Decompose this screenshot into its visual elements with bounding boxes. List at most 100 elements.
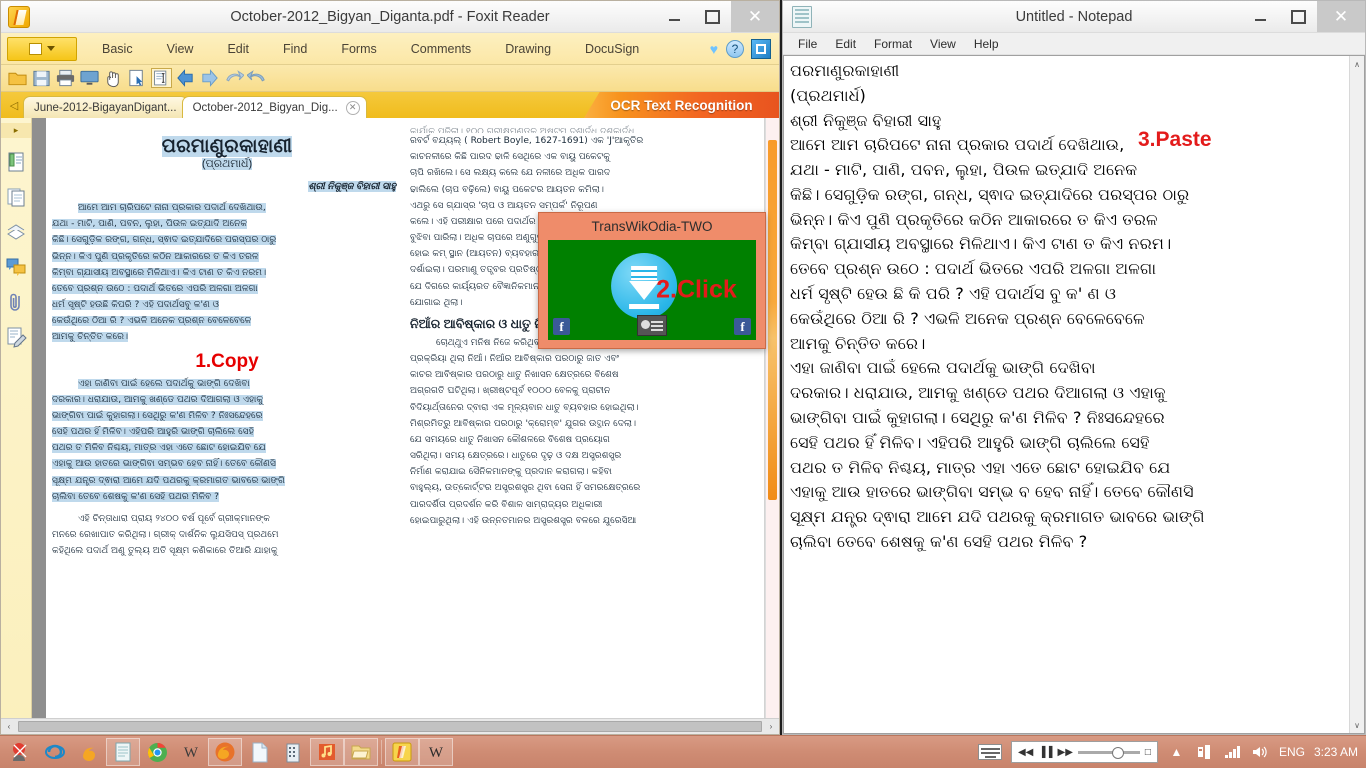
media-pause-icon[interactable]: ▐▐ xyxy=(1038,747,1052,758)
comments-icon[interactable] xyxy=(5,256,27,278)
media-volume-slider[interactable] xyxy=(1077,746,1140,759)
dialog-green-panel[interactable]: 2.Click f f xyxy=(548,240,756,340)
paste-step-annotation: 3.Paste xyxy=(1138,128,1212,151)
bookmarks-icon[interactable] xyxy=(5,151,27,173)
signal-bars-icon[interactable] xyxy=(1223,744,1242,761)
media-previous-icon[interactable]: ◀◀ xyxy=(1018,747,1033,758)
tab-june-2012[interactable]: June-2012-BigayanDigant... xyxy=(23,96,188,118)
windows-taskbar: W W ◀◀ ▐▐ ▶▶ □ ▲ ENG 3:23 AM xyxy=(0,735,1366,768)
notepad-menu-format[interactable]: Format xyxy=(865,37,921,51)
notepad-line: ଏହା ଜାଣିବା ପାଇଁ ହେଲେ ପଦାର୍ଥକୁ ଭାଙ୍ଗି ଦେଖ… xyxy=(790,358,1096,378)
foxit-maximize-button[interactable] xyxy=(693,1,731,32)
scroll-up-icon[interactable]: ∧ xyxy=(1350,56,1364,72)
menu-docusign[interactable]: DocuSign xyxy=(568,42,656,56)
menu-view[interactable]: View xyxy=(150,42,211,56)
taskbar-wikipedia-icon[interactable]: W xyxy=(174,738,208,766)
ocr-text-recognition-button[interactable]: OCR Text Recognition xyxy=(584,92,779,118)
save-icon[interactable] xyxy=(31,68,52,88)
scroll-right-icon[interactable]: › xyxy=(763,722,779,731)
undo-icon[interactable] xyxy=(223,68,244,88)
taskbar-building-icon[interactable] xyxy=(276,738,310,766)
system-tray: ◀◀ ▐▐ ▶▶ □ ▲ ENG 3:23 AM xyxy=(977,741,1366,763)
language-indicator[interactable]: ENG xyxy=(1279,745,1305,759)
menu-edit[interactable]: Edit xyxy=(210,42,266,56)
foxit-reader-window: October-2012_Bigyan_Diganta.pdf - Foxit … xyxy=(0,0,780,735)
taskbar-separator xyxy=(381,740,382,764)
heart-icon[interactable]: ♥ xyxy=(702,41,726,57)
media-expand-icon[interactable]: □ xyxy=(1145,747,1151,758)
tray-expand-chevron-icon[interactable]: ▲ xyxy=(1167,744,1186,761)
hand-tool-icon[interactable] xyxy=(103,68,124,88)
notepad-line: ଯଥା - ମାଟି, ପାଣି, ପବନ, ଲୁହା, ପିଉଳ ଇତ୍ଯାଦ… xyxy=(790,160,1138,180)
expand-panel-arrow-icon[interactable]: ▸ xyxy=(1,123,31,138)
redo-icon[interactable] xyxy=(247,68,268,88)
media-control-panel[interactable]: ◀◀ ▐▐ ▶▶ □ xyxy=(1010,741,1158,763)
taskbar-internet-explorer-icon[interactable] xyxy=(38,738,72,766)
facebook-icon-left[interactable]: f xyxy=(553,318,570,335)
open-folder-icon[interactable] xyxy=(7,68,28,88)
scroll-down-icon[interactable]: ∨ xyxy=(1350,717,1364,733)
notepad-menu-help[interactable]: Help xyxy=(965,37,1008,51)
tab-scroll-left-icon[interactable]: ◁ xyxy=(5,92,23,118)
foxit-close-button[interactable]: ✕ xyxy=(731,1,779,32)
taskbar-folder-icon[interactable] xyxy=(344,738,378,766)
notepad-menu-edit[interactable]: Edit xyxy=(826,37,865,51)
fullscreen-icon[interactable] xyxy=(751,38,771,59)
pdf-page-canvas[interactable]: ପରମାଣୁରକାହାଣୀ (ପ୍ରଥମାର୍ଧ) ଶ୍ରୀ ନିକୁଞ୍ଜ ବ… xyxy=(46,118,764,718)
taskbar-chrome-icon[interactable] xyxy=(140,738,174,766)
signature-icon[interactable] xyxy=(5,326,27,348)
tab-october-2012[interactable]: October-2012_Bigyan_Dig... ✕ xyxy=(181,96,367,118)
taskbar-document-icon[interactable] xyxy=(242,738,276,766)
print-icon[interactable] xyxy=(55,68,76,88)
transwikodia-dialog[interactable]: TransWikOdia-TWO 2.Click f f xyxy=(538,212,766,349)
pdf-horizontal-scrollbar[interactable]: ‹ › xyxy=(1,718,779,734)
menu-drawing[interactable]: Drawing xyxy=(488,42,568,56)
taskbar-wikipedia-active-icon[interactable]: W xyxy=(419,738,453,766)
notepad-window: Untitled - Notepad ✕ File Edit Format Vi… xyxy=(782,0,1366,735)
taskbar-music-icon[interactable] xyxy=(310,738,344,766)
menu-comments[interactable]: Comments xyxy=(394,42,488,56)
foxit-minimize-button[interactable] xyxy=(655,1,693,32)
copy-step-annotation: 1.Copy xyxy=(52,351,402,373)
help-icon[interactable]: ? xyxy=(726,39,744,58)
next-page-icon[interactable] xyxy=(199,68,220,88)
foxit-file-menu-button[interactable] xyxy=(7,36,77,61)
notepad-text-area[interactable]: ପରମାଣୁରକାହାଣୀ (ପ୍ରଥମାର୍ଧ) ଶ୍ରୀ ନିକୁଞ୍ଜ ବ… xyxy=(783,55,1365,734)
menu-forms[interactable]: Forms xyxy=(324,42,393,56)
taskbar-firefox-icon[interactable] xyxy=(208,738,242,766)
media-next-icon[interactable]: ▶▶ xyxy=(1058,747,1073,758)
foxit-logo-icon xyxy=(8,5,30,28)
notepad-menu-file[interactable]: File xyxy=(789,37,826,51)
notepad-vertical-scrollbar[interactable]: ∧ ∨ xyxy=(1349,56,1364,733)
keyboard-icon[interactable] xyxy=(977,744,1002,760)
text-select-icon[interactable] xyxy=(151,68,172,88)
network-icon[interactable] xyxy=(1195,744,1214,761)
notepad-menu-view[interactable]: View xyxy=(921,37,965,51)
clock[interactable]: 3:23 AM xyxy=(1314,745,1358,759)
taskbar-foxit-reader-icon[interactable] xyxy=(385,738,419,766)
close-icon[interactable]: ✕ xyxy=(345,100,360,115)
menu-find[interactable]: Find xyxy=(266,42,324,56)
attachments-icon[interactable] xyxy=(5,291,27,313)
click-step-annotation: 2.Click xyxy=(656,275,737,304)
scroll-left-icon[interactable]: ‹ xyxy=(1,722,17,731)
previous-page-icon[interactable] xyxy=(175,68,196,88)
contact-card-icon[interactable] xyxy=(637,315,667,336)
notepad-text-content[interactable]: ପରମାଣୁରକାହାଣୀ (ପ୍ରଥମାର୍ଧ) ଶ୍ରୀ ନିକୁଞ୍ଜ ବ… xyxy=(784,56,1349,733)
taskbar-firefox-small-icon[interactable] xyxy=(72,738,106,766)
pdf-selected-paragraph-2: ଏହା ଜାଣିବା ପାଇଁ ହେଲେ ପଦାର୍ଥକୁ ଭାଙ୍ଗି ଦେଖ… xyxy=(52,378,285,502)
select-object-icon[interactable] xyxy=(127,68,148,88)
pages-thumbnail-icon[interactable] xyxy=(5,186,27,208)
page-orange-scrollbar[interactable] xyxy=(765,118,779,718)
taskbar-notepad-icon[interactable] xyxy=(106,738,140,766)
notepad-line: କେଉଁଥିରେ ଠିଆ ରି ? ଏଭଳି ଅନେକ ପ୍ରଶ୍ନ ବେଳେବ… xyxy=(790,308,1145,328)
orange-scroll-thumb[interactable] xyxy=(768,140,777,500)
facebook-icon-right[interactable]: f xyxy=(734,318,751,335)
layers-icon[interactable] xyxy=(5,221,27,243)
volume-icon[interactable] xyxy=(1251,744,1270,761)
snapshot-icon[interactable] xyxy=(79,68,100,88)
notepad-line: ଦରକାର। ଧରାଯାଉ, ଆମକୁ ଖଣ୍ଡେ ପଥର ଦିଆଗଲା ଓ ଏ… xyxy=(790,383,1166,403)
start-button-icon[interactable] xyxy=(4,738,38,766)
menu-basic[interactable]: Basic xyxy=(85,42,150,56)
hscroll-thumb[interactable] xyxy=(18,721,762,732)
